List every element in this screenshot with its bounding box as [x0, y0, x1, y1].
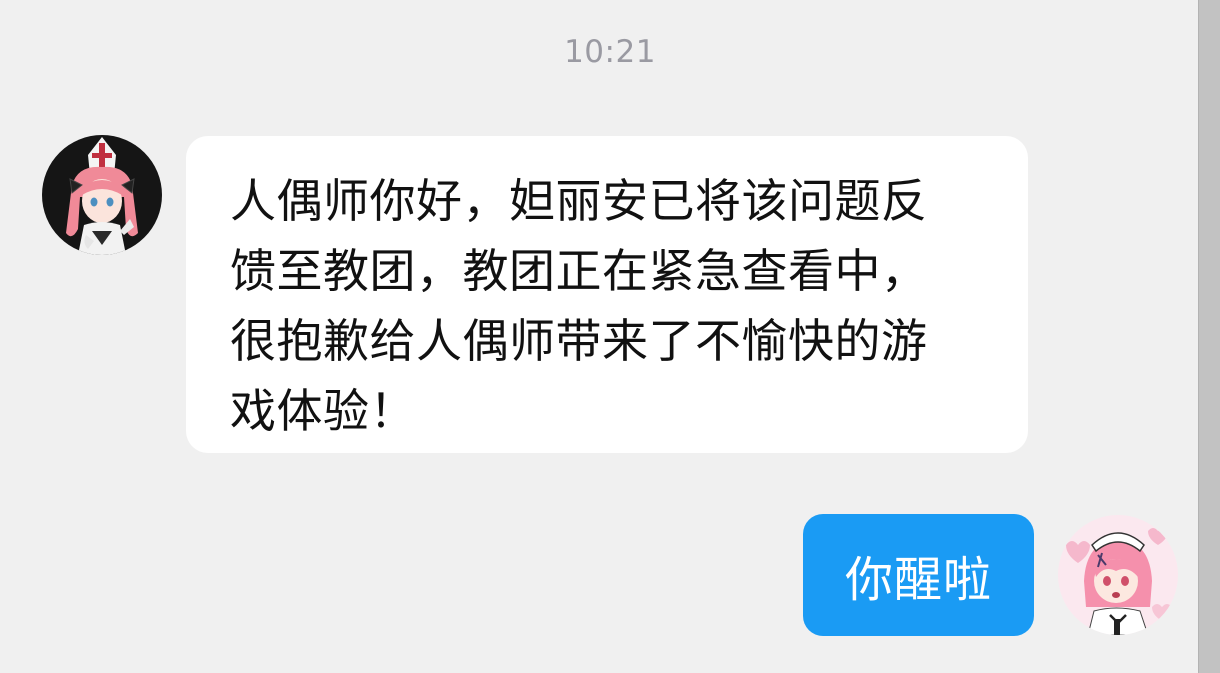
- scrollbar[interactable]: [1198, 0, 1220, 673]
- user-avatar[interactable]: [1058, 515, 1178, 635]
- contact-avatar[interactable]: [42, 135, 162, 255]
- outgoing-message-text: 你醒啦: [844, 552, 992, 608]
- scrollbar-thumb[interactable]: [1198, 0, 1220, 673]
- incoming-message-text: 人偶师你好，妲丽安已将该问题反馈至教团，教团正在紧急查看中，很抱歉给人偶师带来了…: [230, 174, 928, 438]
- incoming-message-bubble[interactable]: 人偶师你好，妲丽安已将该问题反馈至教团，教团正在紧急查看中，很抱歉给人偶师带来了…: [186, 136, 1028, 453]
- outgoing-message-bubble[interactable]: 你醒啦: [803, 514, 1034, 636]
- message-timestamp: 10:21: [564, 34, 656, 70]
